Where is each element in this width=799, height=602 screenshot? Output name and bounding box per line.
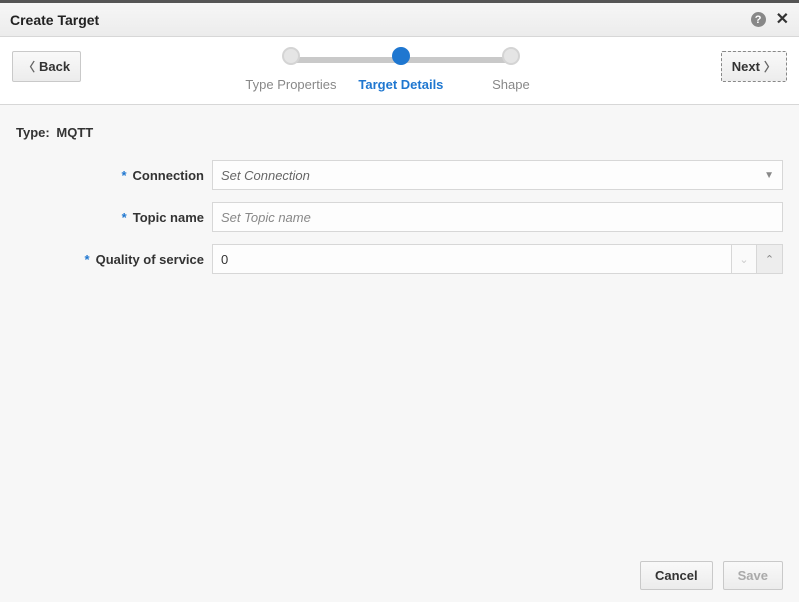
next-button[interactable]: Next 〉 — [721, 51, 787, 82]
qos-decrement-button[interactable]: ⌄ — [731, 244, 757, 274]
chevron-right-icon: 〉 — [764, 58, 776, 75]
back-button-label: Back — [39, 59, 70, 74]
stepper: Type Properties Target Details Shape — [81, 45, 721, 92]
type-label: Type — [16, 125, 53, 140]
row-topic: * Topic name — [16, 202, 783, 232]
qos-input[interactable] — [212, 244, 731, 274]
save-button[interactable]: Save — [723, 561, 783, 590]
cancel-button[interactable]: Cancel — [640, 561, 713, 590]
topic-label: Topic name — [133, 210, 204, 225]
connection-placeholder: Set Connection — [221, 168, 310, 183]
chevron-up-icon: ⌃ — [765, 253, 774, 266]
step-target-details[interactable]: Target Details — [346, 47, 456, 92]
topic-input[interactable] — [212, 202, 783, 232]
connection-label: Connection — [133, 168, 205, 183]
cancel-button-label: Cancel — [655, 568, 698, 583]
required-marker-icon: * — [85, 252, 90, 267]
chevron-down-icon: ⌄ — [739, 253, 748, 266]
connection-select[interactable]: Set Connection ▼ — [212, 160, 783, 190]
step-bar — [291, 57, 401, 63]
type-line: Type MQTT — [16, 125, 783, 140]
step-label: Type Properties — [245, 77, 336, 92]
chevron-down-icon: ▼ — [764, 170, 774, 181]
chevron-left-icon: 〈 — [23, 58, 35, 75]
required-marker-icon: * — [121, 168, 126, 183]
dialog-title: Create Target — [10, 12, 99, 28]
qos-label: Quality of service — [96, 252, 204, 267]
step-label: Target Details — [358, 77, 443, 92]
save-button-label: Save — [738, 568, 768, 583]
qos-increment-button[interactable]: ⌃ — [757, 244, 783, 274]
step-shape[interactable]: Shape — [456, 47, 566, 92]
step-dot-icon — [502, 47, 520, 65]
row-connection: * Connection Set Connection ▼ — [16, 160, 783, 190]
type-value: MQTT — [56, 125, 93, 140]
help-icon[interactable]: ? — [751, 12, 766, 27]
footer: Cancel Save — [0, 549, 799, 602]
form-body: Type MQTT * Connection Set Connection ▼ … — [0, 105, 799, 549]
step-bar — [401, 57, 511, 63]
step-dot-icon — [282, 47, 300, 65]
step-dot-icon — [392, 47, 410, 65]
step-label: Shape — [492, 77, 530, 92]
wizard-row: 〈 Back Type Properties Target Details Sh… — [0, 37, 799, 105]
titlebar: Create Target ? ✕ — [0, 3, 799, 37]
next-button-label: Next — [732, 59, 760, 74]
close-icon[interactable]: ✕ — [776, 12, 789, 28]
step-type-properties[interactable]: Type Properties — [236, 47, 346, 92]
row-qos: * Quality of service ⌄ ⌃ — [16, 244, 783, 274]
back-button[interactable]: 〈 Back — [12, 51, 81, 82]
required-marker-icon: * — [122, 210, 127, 225]
